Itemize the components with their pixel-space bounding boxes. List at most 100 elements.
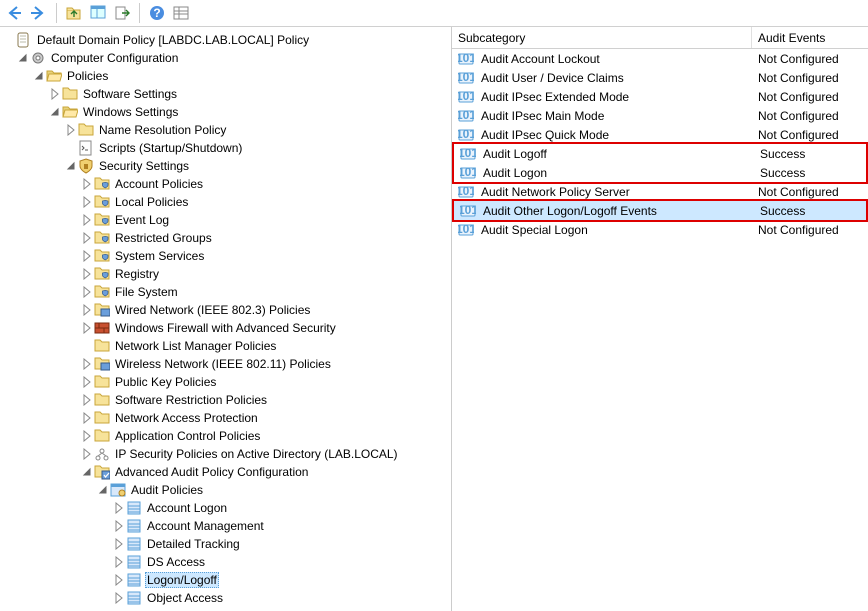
expand-toggle[interactable] xyxy=(112,501,126,515)
up-button[interactable] xyxy=(63,2,85,24)
tree-item[interactable]: Public Key Policies xyxy=(0,373,451,391)
show-hide-tree-button[interactable] xyxy=(87,2,109,24)
tree-item[interactable]: Software Restriction Policies xyxy=(0,391,451,409)
tree-scripts[interactable]: Scripts (Startup/Shutdown) xyxy=(0,139,451,157)
expand-toggle[interactable] xyxy=(80,195,94,209)
tree-label: System Services xyxy=(113,249,206,263)
expand-toggle[interactable] xyxy=(48,87,62,101)
audit-item-icon xyxy=(458,108,474,124)
folder-icon xyxy=(94,302,110,318)
tree-item[interactable]: Windows Firewall with Advanced Security xyxy=(0,319,451,337)
tree-root[interactable]: Default Domain Policy [LABDC.LAB.LOCAL] … xyxy=(0,31,451,49)
subcategory-text: Audit IPsec Main Mode xyxy=(481,109,604,123)
expand-toggle[interactable] xyxy=(80,249,94,263)
column-audit-events[interactable]: Audit Events xyxy=(752,27,868,48)
expand-toggle[interactable] xyxy=(48,105,62,119)
expand-toggle[interactable] xyxy=(80,321,94,335)
list-row[interactable]: Audit Network Policy ServerNot Configure… xyxy=(452,182,868,201)
folder-icon xyxy=(94,176,110,192)
list-body[interactable]: Audit Account LockoutNot ConfiguredAudit… xyxy=(452,49,868,611)
folder-icon xyxy=(94,212,110,228)
tree-security-settings[interactable]: Security Settings xyxy=(0,157,451,175)
expand-toggle[interactable] xyxy=(32,69,46,83)
tree-audit-category[interactable]: Account Management xyxy=(0,517,451,535)
expand-toggle[interactable] xyxy=(80,429,94,443)
expand-toggle[interactable] xyxy=(64,123,78,137)
list-row[interactable]: Audit LogonSuccess xyxy=(454,163,866,182)
expand-toggle[interactable] xyxy=(80,177,94,191)
gear-icon xyxy=(30,50,46,66)
list-row[interactable]: Audit IPsec Main ModeNot Configured xyxy=(452,106,868,125)
list-row[interactable]: Audit Special LogonNot Configured xyxy=(452,220,868,239)
audit-events-text: Success xyxy=(760,204,805,218)
expand-toggle[interactable] xyxy=(112,591,126,605)
list-header[interactable]: Subcategory Audit Events xyxy=(452,27,868,49)
tree-item[interactable]: Wired Network (IEEE 802.3) Policies xyxy=(0,301,451,319)
expand-toggle[interactable] xyxy=(80,267,94,281)
expand-toggle[interactable] xyxy=(96,483,110,497)
list-row[interactable]: Audit LogoffSuccess xyxy=(454,144,866,163)
tree-label: Name Resolution Policy xyxy=(97,123,228,137)
expand-toggle[interactable] xyxy=(80,285,94,299)
tree-nrp[interactable]: Name Resolution Policy xyxy=(0,121,451,139)
tree-item[interactable]: Event Log xyxy=(0,211,451,229)
expand-toggle[interactable] xyxy=(112,537,126,551)
tree-computer-config[interactable]: Computer Configuration xyxy=(0,49,451,67)
tree-item[interactable]: System Services xyxy=(0,247,451,265)
expand-toggle[interactable] xyxy=(80,357,94,371)
tree-item[interactable]: IP Security Policies on Active Directory… xyxy=(0,445,451,463)
tree-root-label: Default Domain Policy [LABDC.LAB.LOCAL] … xyxy=(35,33,311,47)
audit-item-icon xyxy=(458,127,474,143)
expand-toggle[interactable] xyxy=(16,51,30,65)
expand-toggle[interactable] xyxy=(80,303,94,317)
tree-item[interactable]: Restricted Groups xyxy=(0,229,451,247)
tree-item[interactable]: Application Control Policies xyxy=(0,427,451,445)
back-button[interactable] xyxy=(4,2,26,24)
tree-item[interactable]: Registry xyxy=(0,265,451,283)
expand-toggle[interactable] xyxy=(112,573,126,587)
expand-toggle[interactable] xyxy=(80,231,94,245)
tree-audit-policies[interactable]: Audit Policies xyxy=(0,481,451,499)
tree-item[interactable]: Network Access Protection xyxy=(0,409,451,427)
expand-toggle[interactable] xyxy=(64,159,78,173)
tree-label: Advanced Audit Policy Configuration xyxy=(113,465,310,479)
folder-icon xyxy=(94,410,110,426)
list-row[interactable]: Audit Other Logon/Logoff EventsSuccess xyxy=(454,201,866,220)
tree-item[interactable]: File System xyxy=(0,283,451,301)
tree-policies[interactable]: Policies xyxy=(0,67,451,85)
column-subcategory[interactable]: Subcategory xyxy=(452,27,752,48)
folder-icon xyxy=(94,338,110,354)
tree-audit-category[interactable]: Object Access xyxy=(0,589,451,607)
audit-item-icon xyxy=(460,146,476,162)
expand-toggle[interactable] xyxy=(80,465,94,479)
tree-item[interactable]: Wireless Network (IEEE 802.11) Policies xyxy=(0,355,451,373)
forward-button[interactable] xyxy=(28,2,50,24)
list-row[interactable]: Audit User / Device ClaimsNot Configured xyxy=(452,68,868,87)
list-row[interactable]: Audit IPsec Extended ModeNot Configured xyxy=(452,87,868,106)
tree-item[interactable]: Network List Manager Policies xyxy=(0,337,451,355)
tree-windows-settings[interactable]: Windows Settings xyxy=(0,103,451,121)
tree-audit-category[interactable]: Logon/Logoff xyxy=(0,571,451,589)
expand-toggle[interactable] xyxy=(80,213,94,227)
scope-tree[interactable]: Default Domain Policy [LABDC.LAB.LOCAL] … xyxy=(0,27,452,611)
expand-toggle[interactable] xyxy=(80,375,94,389)
tree-label: Network List Manager Policies xyxy=(113,339,278,353)
folder-icon xyxy=(94,194,110,210)
tree-label: Software Settings xyxy=(81,87,179,101)
tree-audit-category[interactable]: DS Access xyxy=(0,553,451,571)
expand-toggle[interactable] xyxy=(80,447,94,461)
expand-toggle[interactable] xyxy=(112,519,126,533)
help-button[interactable] xyxy=(146,2,168,24)
tree-audit-category[interactable]: Account Logon xyxy=(0,499,451,517)
tree-audit-category[interactable]: Detailed Tracking xyxy=(0,535,451,553)
expand-toggle[interactable] xyxy=(80,393,94,407)
tree-item[interactable]: Account Policies xyxy=(0,175,451,193)
tree-item[interactable]: Advanced Audit Policy Configuration xyxy=(0,463,451,481)
tree-item[interactable]: Local Policies xyxy=(0,193,451,211)
export-list-button[interactable] xyxy=(111,2,133,24)
views-button[interactable] xyxy=(170,2,192,24)
expand-toggle[interactable] xyxy=(112,555,126,569)
list-row[interactable]: Audit Account LockoutNot Configured xyxy=(452,49,868,68)
expand-toggle[interactable] xyxy=(80,411,94,425)
tree-software-settings[interactable]: Software Settings xyxy=(0,85,451,103)
